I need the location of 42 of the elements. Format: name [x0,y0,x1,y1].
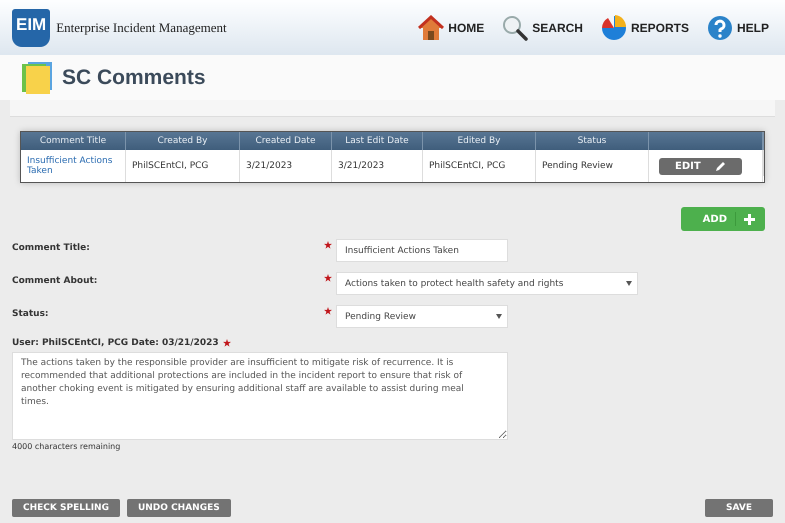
table-cell: Pending Review [542,161,613,171]
column-header: Last Edit Date [332,132,423,150]
edit-button[interactable]: EDIT [659,158,742,174]
table-cell: 3/21/2023 [246,161,292,171]
column-header: Edited By [423,132,536,150]
characters-remaining: 4000 characters remaining [12,442,122,451]
column-header: Comment Title [21,132,126,150]
help-icon [706,14,733,40]
footer-button[interactable]: CHECK SPELLING [12,499,120,517]
table-cell: PhilSCEntCI, PCG [132,161,208,171]
field-label: Comment Title: [12,242,91,253]
scrollbar[interactable] [763,150,764,176]
pencil-icon [714,160,726,172]
field-label: Status: [12,308,50,319]
plus-icon [744,214,755,224]
save-button[interactable]: SAVE [705,499,773,517]
dropdown[interactable]: Pending Review [336,305,508,328]
column-header: Created Date [240,132,332,150]
field-label: Comment About: [12,275,98,286]
nav-link[interactable]: HOME [418,14,484,40]
comment-textarea[interactable]: The actions taken by the responsible provider are insufficient to mitigate risk of recurrence. It is recommended that additional protections are included in the incident report to ensure that risk of another choking event is mitigated by ensuring additional staff are available to assist during meal times. [12,352,508,440]
comment-title-link[interactable]: Insufficient Actions Taken [27,156,119,176]
nav-link[interactable]: REPORTS [600,14,689,40]
notes-icon [22,62,52,94]
keystone-logo: EIM [12,8,50,46]
table-cell: PhilSCEntCI, PCG [429,161,506,171]
nav-link[interactable]: HELP [706,14,769,40]
app-name: Enterprise Incident Management [56,20,227,36]
input-field[interactable]: Insufficient Actions Taken [336,239,508,262]
pie-chart-icon [600,14,627,40]
table-cell: 3/21/2023 [338,161,384,171]
page-title: SC Comments [62,66,206,90]
magnifier-icon [502,14,528,40]
dropdown-arrow-icon [626,281,632,286]
comment-label: User: PhilSCEntCI, PCG Date: 03/21/2023 [12,338,219,348]
dropdown-arrow-icon [496,314,502,319]
dropdown[interactable]: Actions taken to protect health safety and rights [336,272,638,295]
column-header: Status [536,132,649,150]
column-header: Created By [126,132,240,150]
footer-button[interactable]: UNDO CHANGES [126,499,231,517]
nav-link[interactable]: SEARCH [502,14,583,40]
house-icon [418,14,444,40]
